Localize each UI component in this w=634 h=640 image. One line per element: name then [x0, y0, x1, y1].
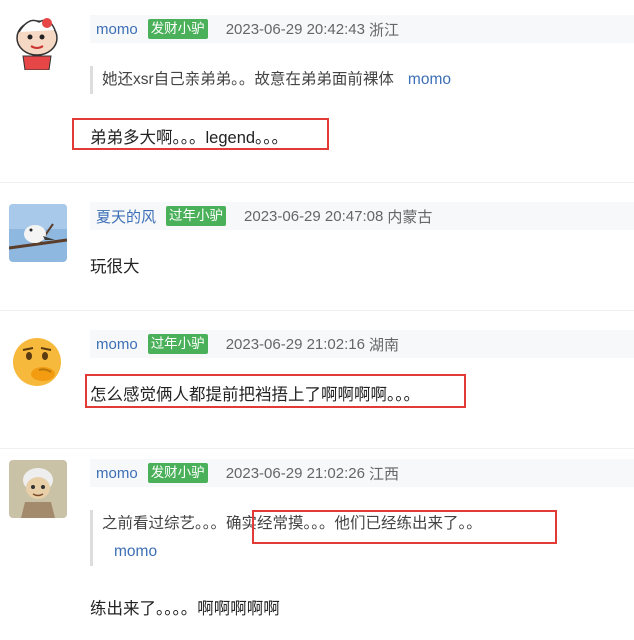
comment-3: momo 过年小驴 2023-06-29 21:02:16 湖南 怎么感觉俩人都…: [0, 310, 634, 450]
location: 浙江: [368, 21, 399, 39]
comment-header: momo 过年小驴 2023-06-29 21:02:16 湖南: [90, 330, 634, 358]
username[interactable]: momo: [96, 336, 138, 353]
username[interactable]: 夏天的风: [96, 206, 156, 227]
timestamp: 2023-06-29 20:42:43: [225, 20, 365, 38]
location: 江西: [368, 465, 399, 483]
timestamp: 2023-06-29 21:02:26: [225, 464, 365, 482]
user-badge: 过年小驴: [147, 334, 208, 354]
comment-text: 弟弟多大啊。。。legend。。。: [90, 129, 289, 147]
quote-text: 之前看过综艺。。。: [102, 515, 227, 532]
user-badge: 过年小驴: [166, 206, 227, 226]
user-badge: 发财小驴: [147, 19, 208, 39]
quoted-reply: 她还xsr自己亲弟弟。。故意在弟弟面前裸体 momo: [90, 66, 451, 94]
comment-2: 夏天的风 过年小驴 2023-06-29 20:47:08 内蒙古 玩很大: [0, 182, 634, 307]
comment-text: 玩很大: [90, 258, 140, 276]
comment-text: 练出来了。。。。啊啊啊啊啊: [90, 600, 280, 618]
comment-4: momo 发财小驴 2023-06-29 21:02:26 江西 之前看过综艺。…: [0, 448, 634, 640]
comment-header: 夏天的风 过年小驴 2023-06-29 20:47:08 内蒙古: [90, 202, 634, 230]
timestamp: 2023-06-29 21:02:16: [225, 335, 365, 353]
timestamp: 2023-06-29 20:47:08: [244, 207, 384, 225]
grandma-cartoon-avatar[interactable]: [9, 460, 67, 518]
thinking-emoji-avatar[interactable]: [9, 334, 65, 390]
comment-text: 怎么感觉俩人都提前把裆捂上了啊啊啊啊。。。: [90, 386, 420, 404]
location: 湖南: [368, 336, 399, 354]
comment-header: momo 发财小驴 2023-06-29 20:42:43 浙江: [90, 15, 634, 43]
user-badge: 发财小驴: [147, 463, 208, 483]
cartoon-boy-avatar[interactable]: [9, 14, 65, 70]
username[interactable]: momo: [96, 465, 138, 482]
comment-header: momo 发财小驴 2023-06-29 21:02:26 江西: [90, 459, 634, 487]
bird-photo-avatar[interactable]: [9, 204, 67, 262]
comment-1: momo 发财小驴 2023-06-29 20:42:43 浙江 她还xsr自己…: [0, 0, 634, 180]
quote-text: 她还xsr自己亲弟弟。。故意在弟弟面前裸体: [102, 71, 394, 88]
location: 内蒙古: [387, 208, 433, 226]
highlight-box: [252, 510, 557, 544]
username[interactable]: momo: [96, 21, 138, 38]
quote-author[interactable]: momo: [408, 71, 451, 88]
quote-author[interactable]: momo: [114, 543, 157, 560]
